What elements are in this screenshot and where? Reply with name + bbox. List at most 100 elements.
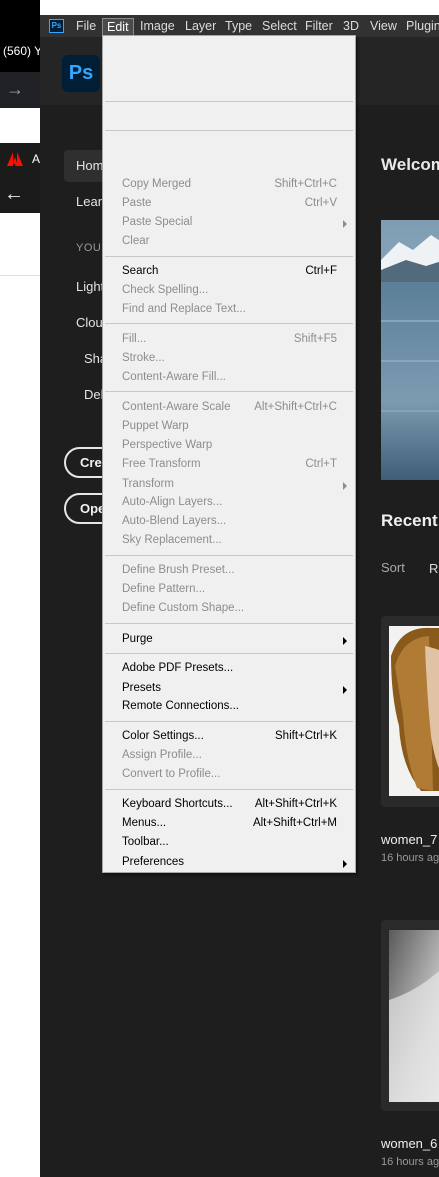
recent-file-thumbnail[interactable] (381, 616, 439, 807)
menu-item-assign-profile[interactable]: Assign Profile... (103, 748, 355, 766)
menu-item-label: Toolbar... (122, 836, 169, 848)
sort-label: Sort (381, 560, 405, 575)
welcome-hero-image[interactable] (381, 220, 439, 480)
menu-item-puppet-warp[interactable]: Puppet Warp (103, 419, 355, 437)
menu-item-free-transform[interactable]: Free Transform Ctrl+T (103, 457, 355, 475)
menu-item-label: Stroke... (122, 352, 165, 364)
menu-item-presets[interactable]: Presets (103, 681, 355, 699)
menu-item-label: Auto-Align Layers... (122, 496, 223, 508)
menu-item-paste[interactable]: Paste Ctrl+V (103, 196, 355, 214)
menu-plugins[interactable]: Plugins (402, 18, 439, 36)
menu-edit[interactable]: Edit (102, 18, 134, 36)
menu-item-preferences[interactable]: Preferences (103, 855, 355, 873)
photoshop-logo: Ps (62, 55, 100, 92)
menu-item-fill[interactable]: Fill... Shift+F5 (103, 332, 355, 350)
menu-item-label: Check Spelling... (122, 284, 209, 296)
menu-item-label: Assign Profile... (122, 749, 202, 761)
menu-layer[interactable]: Layer (181, 18, 220, 36)
menu-item-label: Adobe PDF Presets... (122, 662, 234, 674)
menu-separator (105, 623, 353, 624)
menu-item-label: Define Custom Shape... (122, 602, 245, 614)
menu-item-define-pattern[interactable]: Define Pattern... (103, 582, 355, 600)
forward-arrow-icon[interactable]: → (6, 79, 24, 100)
submenu-arrow-icon (343, 686, 347, 694)
menu-item-label: Presets (122, 682, 161, 694)
menu-item-label: Auto-Blend Layers... (122, 515, 227, 527)
menu-item-define-brush-preset[interactable]: Define Brush Preset... (103, 563, 355, 581)
menu-item-adobe-pdf-presets[interactable]: Adobe PDF Presets... (103, 661, 355, 679)
submenu-arrow-icon (343, 637, 347, 645)
sort-dropdown[interactable]: Recent (429, 561, 439, 576)
menu-item-label: Convert to Profile... (122, 768, 221, 780)
menu-separator (105, 653, 353, 654)
menu-separator (105, 323, 353, 324)
adobe-site-label: A (32, 152, 41, 166)
lake-landscape-image (381, 220, 439, 480)
menu-item-label: Content-Aware Scale (122, 401, 231, 413)
menu-view[interactable]: View (366, 18, 401, 36)
menu-item-label: Preferences (122, 856, 185, 868)
recent-file-name[interactable]: women_6 (381, 1136, 437, 1151)
menu-item-search[interactable]: Search Ctrl+F (103, 264, 355, 282)
menu-item-shortcut: Alt+Shift+Ctrl+K (254, 798, 337, 810)
menu-item-remote-connections[interactable]: Remote Connections... (103, 699, 355, 717)
browser-page (0, 108, 40, 1177)
edit-menu-dropdown: Copy Merged Shift+Ctrl+C Paste Ctrl+V Pa… (102, 35, 356, 873)
submenu-arrow-icon (343, 860, 347, 868)
menu-item-perspective-warp[interactable]: Perspective Warp (103, 438, 355, 456)
menu-file[interactable]: File (72, 18, 100, 36)
menu-item-label: Copy Merged (122, 178, 192, 190)
screen: (560) Y → A ← Ps File Edit Image Layer T… (0, 0, 439, 1177)
submenu-arrow-icon (343, 482, 347, 490)
menu-item-clear[interactable]: Clear (103, 234, 355, 252)
menu-separator (105, 555, 353, 556)
menu-item-shortcut: Ctrl+V (304, 197, 337, 209)
menu-item-convert-to-profile[interactable]: Convert to Profile... (103, 767, 355, 785)
menu-item-label: Search (122, 265, 159, 277)
menu-item-shortcut: Ctrl+F (305, 265, 337, 277)
menu-image[interactable]: Image (136, 18, 179, 36)
menu-item-auto-align-layers[interactable]: Auto-Align Layers... (103, 495, 355, 513)
menu-item-transform[interactable]: Transform (103, 477, 355, 495)
menu-separator (105, 789, 353, 790)
menu-item-auto-blend-layers[interactable]: Auto-Blend Layers... (103, 514, 355, 532)
back-arrow-icon[interactable]: ← (4, 183, 24, 206)
menu-item-shortcut: Shift+Ctrl+K (275, 730, 337, 742)
menu-item-find-replace[interactable]: Find and Replace Text... (103, 302, 355, 320)
menu-item-label: Purge (122, 633, 153, 645)
recent-file-name[interactable]: women_7 (381, 832, 437, 847)
menu-item-label: Remote Connections... (122, 700, 239, 712)
menu-item-check-spelling[interactable]: Check Spelling... (103, 283, 355, 301)
photoshop-app-icon[interactable]: Ps (49, 19, 64, 33)
menu-item-toolbar[interactable]: Toolbar... (103, 835, 355, 853)
menu-item-shortcut: Shift+F5 (293, 333, 337, 345)
menu-separator (105, 130, 353, 131)
menu-item-color-settings[interactable]: Color Settings... Shift+Ctrl+K (103, 729, 355, 747)
menu-item-label: Color Settings... (122, 730, 204, 742)
menu-select[interactable]: Select (258, 18, 301, 36)
menu-item-copy-merged[interactable]: Copy Merged Shift+Ctrl+C (103, 177, 355, 195)
menu-item-content-aware-scale[interactable]: Content-Aware Scale Alt+Shift+Ctrl+C (103, 400, 355, 418)
menu-item-paste-special[interactable]: Paste Special (103, 215, 355, 233)
menu-item-stroke[interactable]: Stroke... (103, 351, 355, 369)
menu-filter[interactable]: Filter (301, 18, 337, 36)
recent-file-time: 16 hours ago (381, 852, 439, 864)
menu-item-sky-replacement[interactable]: Sky Replacement... (103, 533, 355, 551)
browser-tab-strip (0, 0, 40, 72)
menu-type[interactable]: Type (221, 18, 256, 36)
recent-file-thumbnail[interactable] (381, 920, 439, 1111)
browser-toolbar: → (0, 72, 40, 108)
menu-3d[interactable]: 3D (339, 18, 363, 36)
menu-item-shortcut: Alt+Shift+Ctrl+C (254, 401, 337, 413)
adobe-logo-icon[interactable] (6, 150, 24, 168)
menu-item-content-aware-fill[interactable]: Content-Aware Fill... (103, 370, 355, 388)
menu-item-purge[interactable]: Purge (103, 632, 355, 650)
menu-item-shortcut: Ctrl+T (305, 458, 337, 470)
menu-item-define-custom-shape[interactable]: Define Custom Shape... (103, 601, 355, 619)
menu-item-label: Find and Replace Text... (122, 303, 246, 315)
menu-item-label: Perspective Warp (122, 439, 213, 451)
menu-item-keyboard-shortcuts[interactable]: Keyboard Shortcuts... Alt+Shift+Ctrl+K (103, 797, 355, 815)
recent-file-image (381, 920, 439, 1111)
menu-item-menus[interactable]: Menus... Alt+Shift+Ctrl+M (103, 816, 355, 834)
browser-tab-title[interactable]: (560) Y (3, 44, 42, 58)
